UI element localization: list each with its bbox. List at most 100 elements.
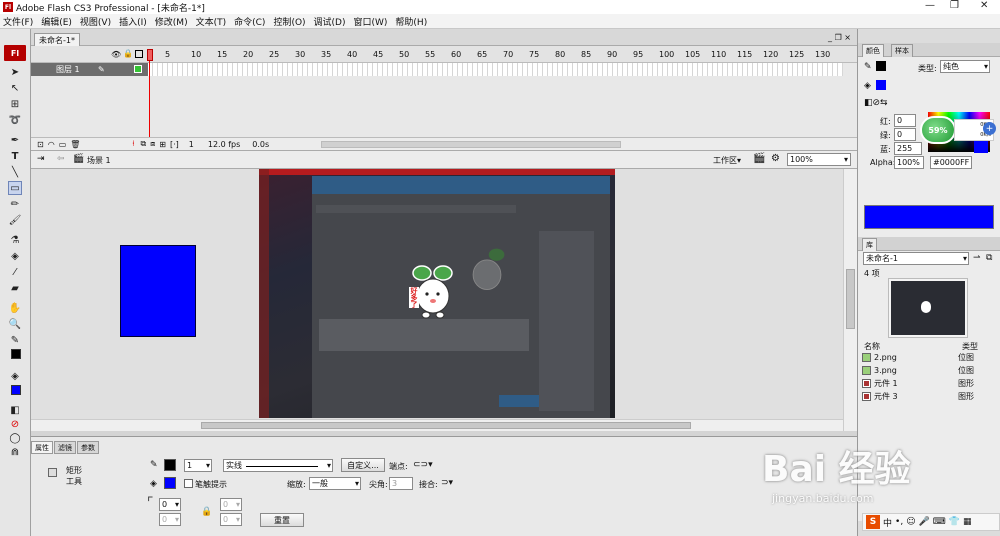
scene-name[interactable]: 场景 1 xyxy=(87,155,111,166)
minimize-button[interactable]: — xyxy=(925,0,935,11)
stage-toggle-icon[interactable]: ⇥ xyxy=(37,154,45,164)
reset-button[interactable]: 重置 xyxy=(260,513,304,527)
object-drawing-icon[interactable]: ◯ xyxy=(8,431,22,445)
layer-outline-color-icon[interactable] xyxy=(134,65,142,73)
ime-keyboard-icon[interactable]: ⌨ xyxy=(933,517,946,527)
scale-select[interactable]: 一般 ▾ xyxy=(309,477,361,490)
frame-cells[interactable] xyxy=(148,63,843,76)
hinting-checkbox[interactable] xyxy=(184,479,193,488)
paint-bucket-icon[interactable]: ◈ xyxy=(8,249,22,263)
tab-library[interactable]: 库 xyxy=(862,238,877,251)
tab-color[interactable]: 颜色 xyxy=(862,44,884,57)
pen-tool-icon[interactable]: ✒ xyxy=(8,133,22,147)
stroke-style-select[interactable]: 实线 ▾ xyxy=(223,459,333,472)
green-field[interactable]: 0 xyxy=(894,128,916,141)
eye-icon[interactable]: 👁 xyxy=(111,50,121,59)
menu-modify[interactable]: 修改(M) xyxy=(155,15,188,28)
menu-edit[interactable]: 编辑(E) xyxy=(41,15,72,28)
ime-punct-icon[interactable]: •, xyxy=(895,517,903,527)
pencil-tool-icon[interactable]: ✏ xyxy=(8,197,22,211)
add-guide-icon[interactable]: ◠ xyxy=(48,140,55,149)
add-layer-icon[interactable]: ⊡ xyxy=(37,140,44,149)
onion-outline-icon[interactable]: ⧈ xyxy=(150,139,155,149)
hand-tool-icon[interactable]: ✋ xyxy=(8,301,22,315)
menu-text[interactable]: 文本(T) xyxy=(196,15,227,28)
stroke-color-chip[interactable] xyxy=(164,459,176,471)
sogou-logo-icon[interactable]: S xyxy=(866,515,880,529)
ime-emoji-icon[interactable]: ☺ xyxy=(906,517,915,527)
default-colors-icon[interactable]: ◧ xyxy=(8,403,22,417)
hex-field[interactable]: #0000FF xyxy=(930,156,972,169)
fill-color-chip[interactable] xyxy=(164,477,176,489)
miter-field[interactable]: 3 xyxy=(389,477,413,490)
tab-swatches[interactable]: 样本 xyxy=(891,44,913,57)
edit-scene-icon[interactable]: 🎬 xyxy=(753,153,765,164)
menu-commands[interactable]: 命令(C) xyxy=(234,15,265,28)
corner-radius-tl[interactable]: 0 ▾ xyxy=(159,498,181,511)
rectangle-tool-icon[interactable]: ▭ xyxy=(8,181,22,195)
no-color-icon[interactable]: ⊘ xyxy=(8,417,22,431)
color-fill-chip[interactable] xyxy=(876,80,886,90)
zoom-tool-icon[interactable]: 🔍 xyxy=(8,317,22,331)
stroke-height-field[interactable]: 1 ▾ xyxy=(184,459,212,472)
fill-color-swatch[interactable] xyxy=(11,385,21,395)
edit-symbol-icon[interactable]: ⚙ xyxy=(771,153,780,164)
stage-hscroll-thumb[interactable] xyxy=(201,422,691,429)
menu-window[interactable]: 窗口(W) xyxy=(354,15,388,28)
eraser-icon[interactable]: ▰ xyxy=(8,281,22,295)
alpha-field[interactable]: 100% xyxy=(894,156,924,169)
ime-language[interactable]: 中 xyxy=(883,516,892,529)
blue-field[interactable]: 255 xyxy=(894,142,922,155)
menu-view[interactable]: 视图(V) xyxy=(80,15,111,28)
blue-rectangle[interactable] xyxy=(120,245,196,337)
corner-radius-tr[interactable]: 0 ▾ xyxy=(220,498,242,511)
network-plus-icon[interactable]: + xyxy=(983,122,996,135)
close-button[interactable]: ✕ xyxy=(980,0,988,11)
tab-parameters[interactable]: 参数 xyxy=(77,441,99,454)
free-transform-icon[interactable]: ⊞ xyxy=(8,97,22,111)
stage-vscroll[interactable] xyxy=(843,169,857,431)
outline-icon[interactable] xyxy=(135,50,143,58)
stroke-color-swatch[interactable] xyxy=(11,349,21,359)
corner-lock-icon[interactable]: 🔒 xyxy=(201,507,212,517)
selection-tool-icon[interactable]: ➤ xyxy=(8,65,22,79)
timeline-hscroll[interactable] xyxy=(321,141,621,148)
color-brightness-slider[interactable] xyxy=(974,141,988,153)
add-folder-icon[interactable]: ▭ xyxy=(59,140,67,149)
lasso-tool-icon[interactable]: ➰ xyxy=(8,113,22,127)
line-tool-icon[interactable]: ╲ xyxy=(8,165,22,179)
tab-filters[interactable]: 滤镜 xyxy=(54,441,76,454)
snap-magnet-icon[interactable]: ⋒ xyxy=(8,445,22,459)
playhead[interactable] xyxy=(147,49,153,61)
tab-properties[interactable]: 属性 xyxy=(31,441,53,454)
menu-insert[interactable]: 插入(I) xyxy=(119,15,147,28)
network-speed-ball[interactable]: 59% xyxy=(920,116,956,144)
menu-control[interactable]: 控制(O) xyxy=(273,15,305,28)
brush-tool-icon[interactable]: 🖌 xyxy=(8,213,22,227)
menu-help[interactable]: 帮助(H) xyxy=(395,15,427,28)
red-field[interactable]: 0 xyxy=(894,114,916,127)
corner-radius-br[interactable]: 0 ▾ xyxy=(220,513,242,526)
subselection-tool-icon[interactable]: ↖ xyxy=(8,81,22,95)
layer-row[interactable]: 图层 1 ✎ xyxy=(31,63,148,76)
cap-style-icon[interactable]: ⊂⊃▾ xyxy=(413,460,433,470)
library-row[interactable]: 元件 1 图形 xyxy=(862,377,992,390)
eyedropper-icon[interactable]: ⁄ xyxy=(8,265,22,279)
edit-multiple-icon[interactable]: ⊞ xyxy=(159,140,166,149)
onion-skin-icon[interactable]: ⧉ xyxy=(140,139,146,149)
library-document-select[interactable]: 未命名-1 ▾ xyxy=(863,252,969,265)
ime-mic-icon[interactable]: 🎤 xyxy=(919,517,930,527)
text-tool-icon[interactable]: T xyxy=(8,149,22,163)
stage-hscroll[interactable] xyxy=(31,419,843,431)
menu-debug[interactable]: 调试(D) xyxy=(314,15,346,28)
stage-pasteboard[interactable]: 好多了 xyxy=(31,169,843,431)
custom-stroke-button[interactable]: 自定义... xyxy=(341,458,385,472)
ink-bottle-icon[interactable]: ⚗ xyxy=(8,233,22,247)
join-style-icon[interactable]: ⊃▾ xyxy=(441,478,453,488)
menu-file[interactable]: 文件(F) xyxy=(3,15,33,28)
ime-skin-icon[interactable]: 👕 xyxy=(949,517,960,527)
color-stroke-chip[interactable] xyxy=(876,61,886,71)
zoom-select[interactable]: 100% ▾ xyxy=(787,153,851,166)
delete-layer-icon[interactable]: 🗑 xyxy=(70,140,80,149)
library-row[interactable]: 元件 3 图形 xyxy=(862,390,992,403)
